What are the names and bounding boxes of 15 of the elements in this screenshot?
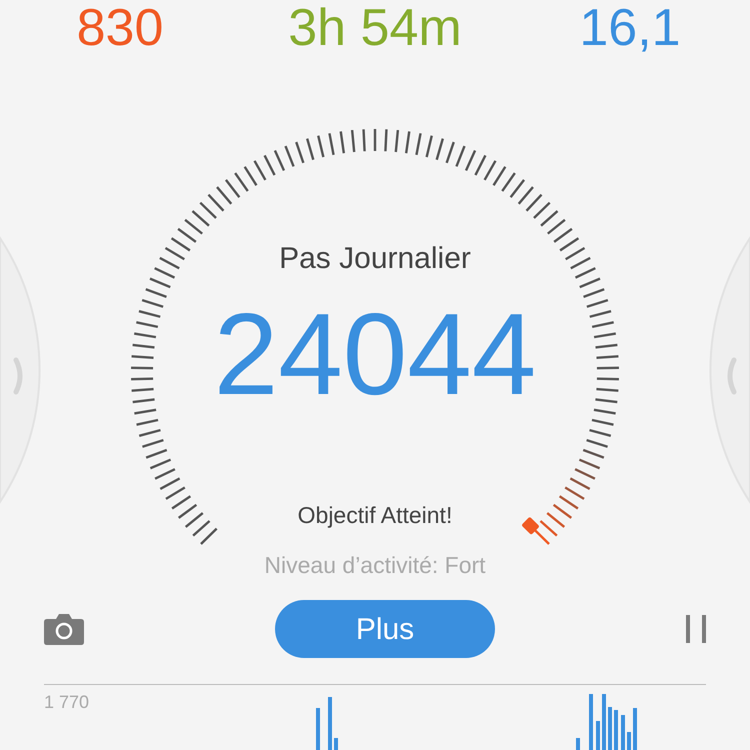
activity-level: Niveau d’activité: Fort [264, 552, 486, 578]
step-count: 24044 [214, 289, 536, 419]
stat-value: 830 [76, 0, 164, 58]
camera-icon[interactable] [44, 613, 84, 645]
goal-status: Objectif Atteint! [298, 502, 452, 528]
more-button[interactable]: Plus [275, 600, 495, 658]
side-panel[interactable] [0, 237, 40, 503]
chevron-right-icon[interactable] [14, 358, 22, 394]
stat-value: 3h 54m [288, 0, 462, 58]
side-panel[interactable] [710, 237, 750, 503]
stat-value: 16,1 [579, 0, 681, 58]
chevron-left-icon[interactable] [728, 358, 736, 394]
axis-label: 1 770 [44, 691, 90, 714]
pause-icon[interactable] [686, 615, 706, 643]
gauge-title: Pas Journalier [279, 242, 471, 275]
